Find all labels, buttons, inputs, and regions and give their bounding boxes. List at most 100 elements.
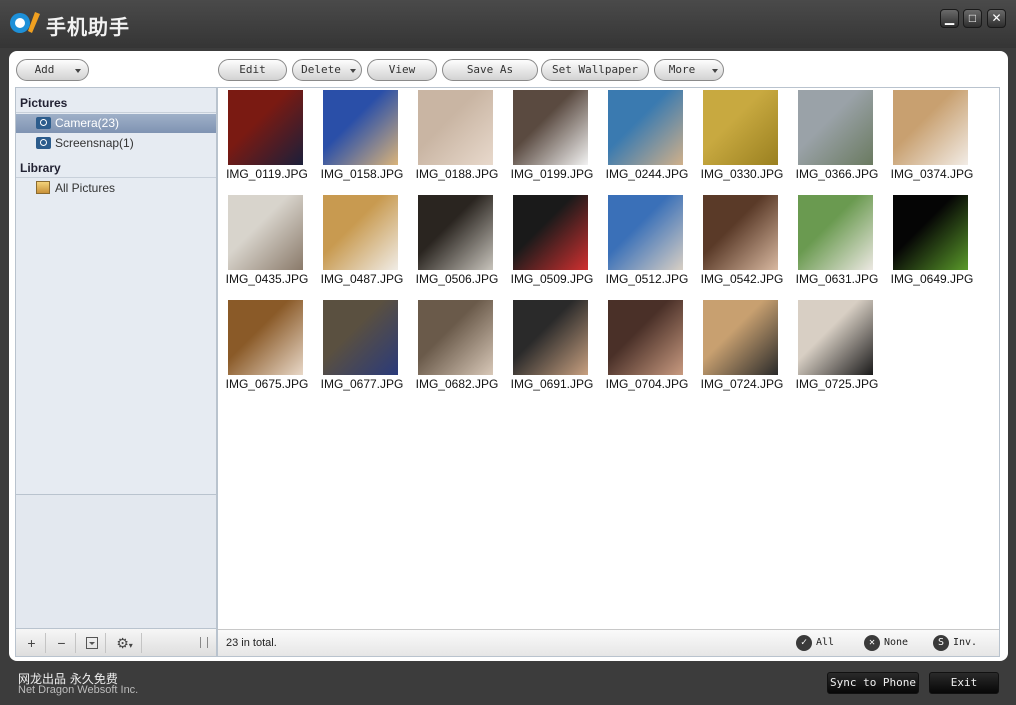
delete-button[interactable]: Delete	[292, 59, 362, 81]
thumbnail-image[interactable]	[323, 90, 398, 165]
chevron-down-icon	[350, 69, 356, 73]
thumbnail-image[interactable]	[608, 90, 683, 165]
thumbnail-image[interactable]	[513, 300, 588, 375]
thumbnail-image[interactable]	[228, 300, 303, 375]
remove-folder-button[interactable]: −	[48, 633, 76, 653]
thumbnail-image[interactable]	[323, 300, 398, 375]
thumbnail-item[interactable]: IMG_0512.JPG	[606, 195, 703, 295]
view-button[interactable]: View	[367, 59, 437, 81]
thumbnail-item[interactable]: IMG_0509.JPG	[511, 195, 608, 295]
thumbnail-image[interactable]	[608, 195, 683, 270]
thumbnail-image[interactable]	[798, 300, 873, 375]
gear-icon: ⚙	[116, 635, 129, 651]
thumbnail-label: IMG_0649.JPG	[890, 272, 974, 286]
thumbnail-item[interactable]: IMG_0119.JPG	[226, 90, 323, 190]
thumbnail-image[interactable]	[418, 195, 493, 270]
thumbnail-label: IMG_0691.JPG	[510, 377, 594, 391]
thumbnail-image[interactable]	[703, 90, 778, 165]
status-bar: 23 in total. ✓ All ✕ None S Inv.	[218, 629, 999, 656]
invert-selection-button[interactable]: S Inv.	[933, 634, 977, 652]
thumbnail-label: IMG_0244.JPG	[605, 167, 689, 181]
thumbnail-label: IMG_0682.JPG	[415, 377, 499, 391]
thumbnail-image[interactable]	[418, 300, 493, 375]
add-button[interactable]: Add	[16, 59, 89, 81]
minimize-icon: ▁	[944, 11, 955, 25]
thumbnail-item[interactable]: IMG_0506.JPG	[416, 195, 513, 295]
thumbnail-item[interactable]: IMG_0725.JPG	[796, 300, 893, 400]
edit-button[interactable]: Edit	[218, 59, 287, 81]
thumbnail-item[interactable]: IMG_0631.JPG	[796, 195, 893, 295]
maximize-icon: □	[968, 11, 977, 25]
select-none-button[interactable]: ✕ None	[864, 634, 908, 652]
thumbnail-image[interactable]	[608, 300, 683, 375]
thumbnail-image[interactable]	[798, 195, 873, 270]
chevron-down-icon	[712, 69, 718, 73]
thumbnail-item[interactable]: IMG_0724.JPG	[701, 300, 798, 400]
thumbnail-item[interactable]: IMG_0199.JPG	[511, 90, 608, 190]
chevron-down-icon: ▾	[128, 641, 133, 650]
thumbnail-image[interactable]	[228, 90, 303, 165]
resize-grip-icon[interactable]	[200, 637, 208, 648]
thumbnail-item[interactable]: IMG_0158.JPG	[321, 90, 418, 190]
exit-label: Exit	[950, 676, 978, 689]
thumbnail-item[interactable]: IMG_0649.JPG	[891, 195, 988, 295]
more-button[interactable]: More	[654, 59, 724, 81]
thumbnail-image[interactable]	[228, 195, 303, 270]
footer-company: Net Dragon Websoft Inc.	[18, 684, 139, 696]
thumbnail-item[interactable]: IMG_0542.JPG	[701, 195, 798, 295]
thumbnail-label: IMG_0199.JPG	[510, 167, 594, 181]
thumbnail-image[interactable]	[513, 195, 588, 270]
sync-to-phone-button[interactable]: Sync to Phone	[827, 672, 919, 694]
thumbnail-item[interactable]: IMG_0682.JPG	[416, 300, 513, 400]
select-all-label: All	[816, 637, 835, 648]
sidebar-bottom-area	[16, 494, 216, 628]
thumbnail-item[interactable]: IMG_0704.JPG	[606, 300, 703, 400]
edit-button-label: Edit	[239, 63, 266, 76]
thumbnail-item[interactable]: IMG_0188.JPG	[416, 90, 513, 190]
thumbnail-image[interactable]	[513, 90, 588, 165]
close-icon: ✕	[991, 11, 1002, 25]
thumbnail-image[interactable]	[893, 195, 968, 270]
thumbnail-item[interactable]: IMG_0487.JPG	[321, 195, 418, 295]
thumbnail-item[interactable]: IMG_0366.JPG	[796, 90, 893, 190]
thumbnail-image[interactable]	[703, 195, 778, 270]
x-icon: ✕	[864, 635, 880, 651]
sidebar-item-all-pictures[interactable]: All Pictures	[16, 179, 216, 198]
pictures-icon	[36, 181, 50, 194]
chevron-down-icon	[75, 69, 81, 73]
thumbnail-image[interactable]	[798, 90, 873, 165]
exit-button[interactable]: Exit	[929, 672, 999, 694]
thumbnail-item[interactable]: IMG_0244.JPG	[606, 90, 703, 190]
save-as-button[interactable]: Save As	[442, 59, 538, 81]
thumbnail-image[interactable]	[703, 300, 778, 375]
thumbnail-item[interactable]: IMG_0330.JPG	[701, 90, 798, 190]
view-button-label: View	[388, 63, 416, 76]
divider	[16, 112, 216, 113]
select-all-button[interactable]: ✓ All	[796, 634, 834, 652]
set-wallpaper-button[interactable]: Set Wallpaper	[541, 59, 649, 81]
thumbnail-item[interactable]: IMG_0677.JPG	[321, 300, 418, 400]
thumbnail-label: IMG_0506.JPG	[415, 272, 499, 286]
thumbnail-item[interactable]: IMG_0675.JPG	[226, 300, 323, 400]
collapse-button[interactable]	[78, 633, 106, 653]
thumbnail-label: IMG_0366.JPG	[795, 167, 879, 181]
thumbnail-item[interactable]: IMG_0435.JPG	[226, 195, 323, 295]
invert-selection-label: Inv.	[953, 637, 978, 648]
divider	[16, 177, 216, 178]
thumbnail-label: IMG_0435.JPG	[225, 272, 309, 286]
close-button[interactable]: ✕	[987, 9, 1006, 28]
main-panel: Add Edit Delete View Save As Set Wallpap…	[9, 51, 1008, 661]
thumbnail-image[interactable]	[323, 195, 398, 270]
minimize-button[interactable]: ▁	[940, 9, 959, 28]
thumbnail-label: IMG_0542.JPG	[700, 272, 784, 286]
add-folder-button[interactable]: +	[18, 633, 46, 653]
thumbnail-label: IMG_0675.JPG	[225, 377, 309, 391]
thumbnail-item[interactable]: IMG_0374.JPG	[891, 90, 988, 190]
thumbnail-image[interactable]	[418, 90, 493, 165]
settings-button[interactable]: ⚙▾	[108, 633, 142, 653]
thumbnail-image[interactable]	[893, 90, 968, 165]
maximize-button[interactable]: □	[963, 9, 982, 28]
sidebar-item-screensnap[interactable]: Screensnap(1)	[16, 134, 216, 153]
sidebar-item-camera[interactable]: Camera(23)	[16, 114, 216, 133]
thumbnail-item[interactable]: IMG_0691.JPG	[511, 300, 608, 400]
